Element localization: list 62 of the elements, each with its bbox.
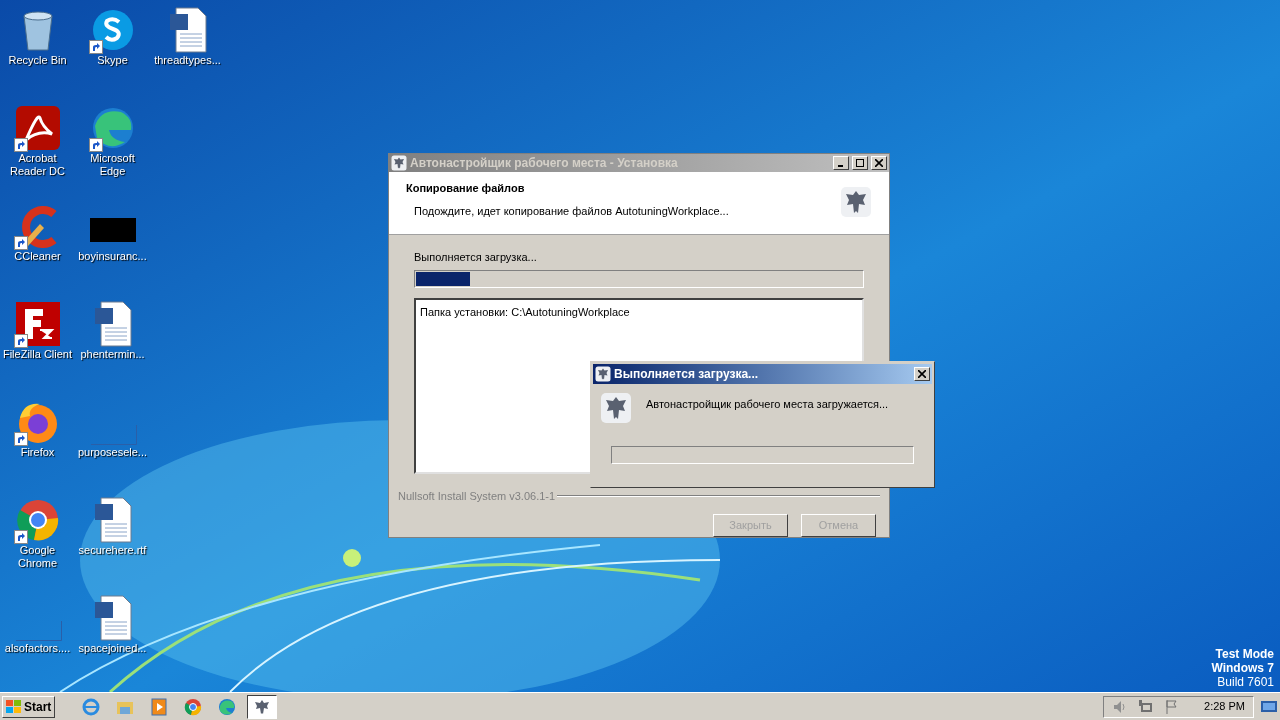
desktop-icon-label: Microsoft Edge [89,152,136,178]
close-button[interactable] [871,156,887,171]
network-icon[interactable] [1138,698,1155,715]
desktop-icon[interactable]: CCleaner [0,202,75,300]
app-icon [595,366,611,382]
taskbar-app-button[interactable] [247,694,278,719]
ie-icon [81,696,102,717]
maximize-button[interactable] [852,156,868,171]
show-desktop-icon[interactable] [1260,698,1278,715]
app-icon [391,155,407,172]
desktop-icon[interactable]: Recycle Bin [0,6,75,104]
desktop-icon-label: CCleaner [13,250,62,263]
desktop-icon-label: Google Chrome [16,544,59,570]
desktop-icon-label: Firefox [19,446,56,459]
desktop-icon[interactable]: FileZilla Client [0,300,75,398]
desktop-icon[interactable]: purposesele... [75,398,150,496]
desktop-icon-label: FileZilla Client [1,348,74,361]
os-build-text: Windows 7 [1211,661,1274,675]
page-heading: Копирование файлов [406,181,526,197]
desktop-icon-label: boyinsuranc... [77,250,148,263]
desktop-icon[interactable]: Acrobat Reader DC [0,104,75,202]
edge-icon [217,696,238,717]
emblem-icon [840,186,872,219]
window-title: Автонастройщик рабочего места - Установка [410,155,678,173]
page-subheading: Подождите, идет копирование файлов AutotuningWorkplace... [413,203,730,219]
close-icon [875,159,883,168]
desktop-icon[interactable]: Google Chrome [0,496,75,594]
clock-text[interactable]: 2:28 PM [1204,698,1245,715]
window-title: Выполняется загрузка... [614,366,759,383]
desktop-icon-label: Skype [96,54,129,67]
maximize-icon [856,159,864,168]
desktop-icon-label: phentermin... [79,348,146,361]
desktop-icon-label: securehere.rtf [77,544,148,557]
minimize-button[interactable] [833,156,849,171]
desktop-icon-label: Recycle Bin [7,54,68,67]
desktop-icon[interactable]: Skype [75,6,150,104]
desktop-icon-label: threadtypes... [153,54,222,67]
os-build-text: Build 7601 [1217,675,1274,689]
desktop-icon-label: purposesele... [76,446,149,459]
emblem-icon [600,392,632,424]
desktop-icon[interactable]: alsofactors.... [0,594,75,692]
chrome-icon [183,696,204,717]
desktop-icon[interactable]: Microsoft Edge [75,104,150,202]
desktop-icon[interactable]: Firefox [0,398,75,496]
branding-text: Nullsoft Install System v3.06.1-1 [398,488,556,504]
start-button[interactable]: Start [2,695,56,718]
windows-logo-icon [6,699,22,714]
blank-file-icon [90,425,137,445]
os-build-text: Test Mode [1215,647,1274,661]
media-icon [149,696,170,717]
desktop-icon[interactable]: threadtypes... [150,6,225,104]
status-text: Выполняется загрузка... [414,250,538,265]
close-button[interactable] [914,367,930,381]
blank-file-icon [15,621,62,641]
desktop-icon[interactable]: boyinsuranc... [75,202,150,300]
desktop-icon-label: Acrobat Reader DC [9,152,66,178]
desktop-icon[interactable]: securehere.rtf [75,496,150,594]
desktop-icon[interactable]: phentermin... [75,300,150,398]
desktop-icon-label: alsofactors.... [3,642,72,655]
loading-message: Автонастройщик рабочего места загружается... [646,397,889,412]
close-icon [918,370,926,378]
log-line: Папка установки: C:\AutotuningWorkplace [420,304,631,320]
